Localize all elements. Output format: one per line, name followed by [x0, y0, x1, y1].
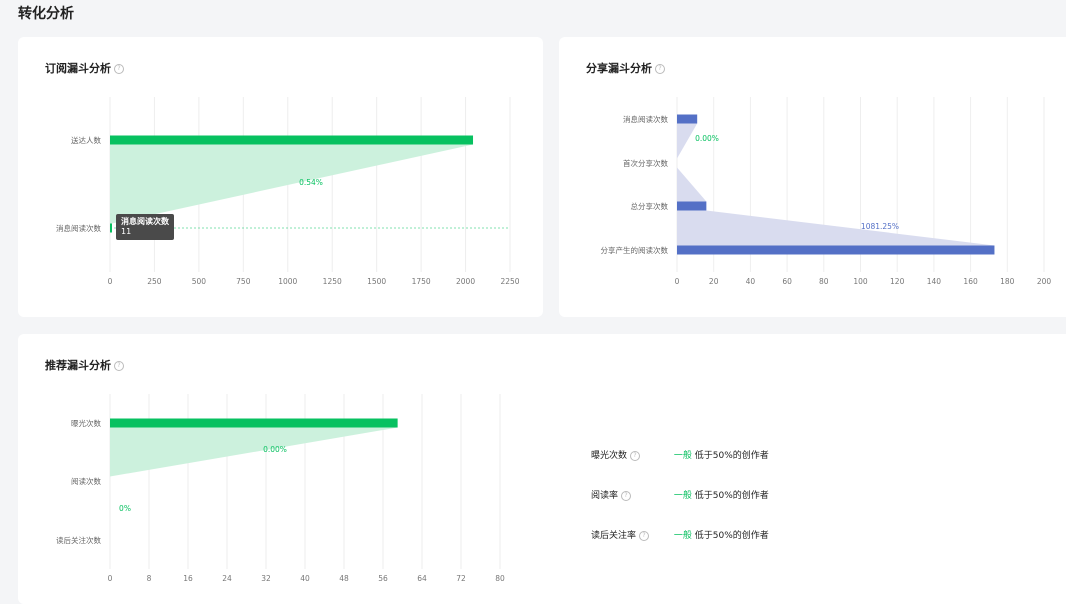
conversion-label: 0.54% [299, 178, 323, 187]
subscribe-funnel-chart[interactable]: 0 250 500 750 1000 1250 1500 1750 2000 2250 送达人数消息… [18, 37, 543, 317]
x-tick-label: 180 [1000, 277, 1015, 286]
x-tick-label: 16 [183, 574, 193, 583]
subscribe-funnel-card: 订阅漏斗分析? 0 250 500 750 1000 1250 1500 1750 2000 22… [18, 37, 543, 317]
funnel-connector [677, 210, 995, 246]
x-tick-label: 0 [108, 574, 113, 583]
x-tick-label: 32 [261, 574, 271, 583]
x-tick-label: 72 [456, 574, 466, 583]
category-label: 阅读次数 [71, 476, 101, 486]
tooltip-value: 11 [121, 227, 132, 236]
x-tick-label: 80 [495, 574, 505, 583]
x-tick-label: 0 [108, 277, 113, 286]
conversion-label: 0.00% [263, 445, 287, 454]
share-funnel-chart[interactable]: 0 20 40 60 80 100 120 140 160 180 200 消息阅读次数首次分享次数总… [559, 37, 1066, 317]
x-tick-label: 1250 [323, 277, 342, 286]
category-label: 首次分享次数 [623, 158, 668, 168]
help-icon[interactable]: ? [639, 530, 650, 541]
x-tick-label: 56 [378, 574, 388, 583]
metric-level: 一般 [673, 531, 692, 541]
x-tick-label: 8 [147, 574, 152, 583]
share-funnel-card: 分享漏斗分析? 0 20 40 60 80 100 120 140 160 180 200 消息阅读次… [559, 37, 1066, 317]
metric-level: 一般 [673, 491, 692, 501]
funnel-connector [677, 167, 707, 202]
x-tick-label: 60 [782, 277, 792, 286]
category-label: 分享产生的阅读次数 [601, 245, 669, 255]
x-tick-label: 40 [746, 277, 756, 286]
metric-label: 读后关注率? [591, 528, 671, 541]
metric-row-follow-rate: 读后关注率? 一般 低于50%的创作者 [591, 528, 769, 541]
metric-desc: 低于50%的创作者 [694, 451, 769, 461]
help-icon[interactable]: ? [621, 490, 632, 501]
x-tick-label: 48 [339, 574, 349, 583]
category-label: 送达人数 [71, 135, 101, 145]
funnel-connector [110, 144, 474, 224]
x-tick-label: 80 [819, 277, 829, 286]
page-title: 转化分析 [18, 6, 74, 22]
x-tick-label: 20 [709, 277, 719, 286]
metric-row-read-rate: 阅读率? 一般 低于50%的创作者 [591, 488, 769, 501]
x-tick-label: 500 [192, 277, 207, 286]
conversion-label: 1081.25% [861, 222, 899, 231]
tooltip-title: 消息阅读次数 [121, 217, 169, 226]
conversion-label: 0.00% [695, 134, 719, 143]
category-label: 消息阅读次数 [56, 223, 101, 233]
funnel-bar [110, 135, 474, 145]
funnel-bar [677, 245, 995, 255]
recommend-funnel-chart[interactable]: 0 8 16 24 32 40 48 56 64 72 80 曝光次数阅读次数读后关注次数 0.00% 0… [18, 334, 543, 592]
funnel-bar [110, 223, 112, 233]
recommend-funnel-card: 推荐漏斗分析? 0 8 16 24 32 40 48 56 64 72 80 曝光次数 阅读次数 读后关注… [18, 334, 1066, 604]
chart-tooltip: 消息阅读次数 11 [116, 214, 174, 240]
category-label: 总分享次数 [631, 201, 669, 211]
funnel-bar [677, 114, 698, 124]
x-tick-label: 1000 [278, 277, 297, 286]
x-tick-label: 750 [236, 277, 251, 286]
category-label: 曝光次数 [71, 418, 101, 428]
metric-desc: 低于50%的创作者 [694, 531, 769, 541]
category-label: 读后关注次数 [56, 535, 101, 545]
conversion-label: 0% [119, 504, 131, 513]
x-tick-label: 140 [927, 277, 942, 286]
x-tick-label: 200 [1037, 277, 1052, 286]
x-tick-label: 100 [853, 277, 868, 286]
help-icon[interactable]: ? [630, 450, 641, 461]
funnel-bar [677, 201, 707, 211]
funnel-connector [110, 427, 398, 477]
x-tick-label: 1750 [412, 277, 431, 286]
metric-level: 一般 [673, 451, 692, 461]
x-tick-label: 0 [675, 277, 680, 286]
x-tick-label: 64 [417, 574, 427, 583]
x-tick-label: 120 [890, 277, 905, 286]
x-tick-label: 24 [222, 574, 232, 583]
x-tick-label: 2000 [456, 277, 475, 286]
funnel-bar [110, 418, 398, 428]
category-label: 消息阅读次数 [623, 114, 668, 124]
x-tick-label: 160 [963, 277, 978, 286]
metric-label: 阅读率? [591, 488, 671, 501]
metric-label: 曝光次数? [591, 448, 671, 461]
x-tick-label: 250 [147, 277, 162, 286]
metric-desc: 低于50%的创作者 [694, 491, 769, 501]
x-tick-label: 2250 [500, 277, 519, 286]
x-tick-label: 40 [300, 574, 310, 583]
metric-row-exposure: 曝光次数? 一般 低于50%的创作者 [591, 448, 769, 461]
x-tick-label: 1500 [367, 277, 386, 286]
